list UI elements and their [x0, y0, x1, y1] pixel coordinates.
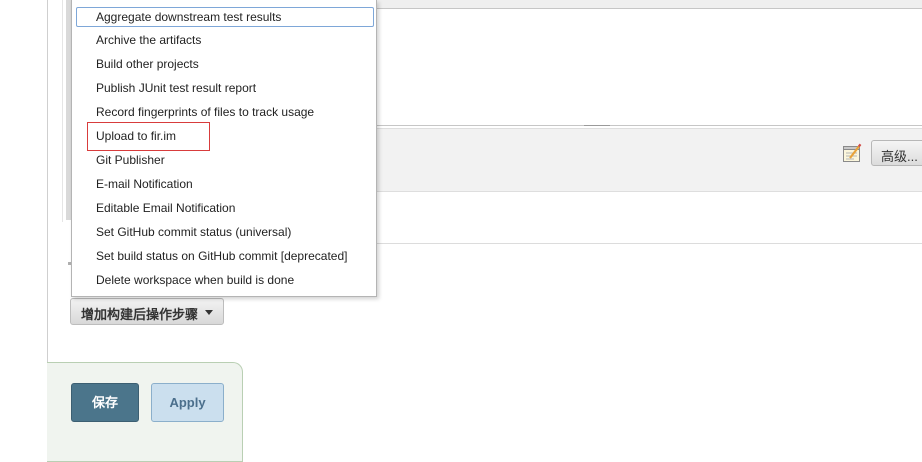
menu-item-record-fingerprints[interactable]: Record fingerprints of files to track us…	[96, 103, 366, 123]
menu-item-email-notification[interactable]: E-mail Notification	[96, 175, 366, 195]
menu-item-upload-fir-im[interactable]: Upload to fir.im	[96, 127, 366, 147]
section-divider	[376, 243, 922, 244]
add-post-build-step-button[interactable]: 增加构建后操作步骤	[70, 298, 224, 325]
menu-item-aggregate-downstream[interactable]: Aggregate downstream test results	[76, 7, 374, 27]
save-button[interactable]: 保存	[71, 383, 139, 422]
caret-down-icon	[205, 310, 213, 315]
menu-item-build-other-projects[interactable]: Build other projects	[96, 55, 366, 75]
apply-button[interactable]: Apply	[151, 383, 224, 422]
section-border	[62, 0, 63, 222]
menu-item-github-commit-status[interactable]: Set GitHub commit status (universal)	[96, 223, 366, 243]
menu-item-git-publisher[interactable]: Git Publisher	[96, 151, 366, 171]
menu-item-archive-artifacts[interactable]: Archive the artifacts	[96, 31, 366, 51]
post-build-action-menu: Aggregate downstream test results Archiv…	[71, 0, 377, 297]
menu-item-delete-workspace[interactable]: Delete workspace when build is done	[96, 271, 366, 291]
menu-item-github-build-status-deprecated[interactable]: Set build status on GitHub commit [depre…	[96, 247, 366, 267]
menu-item-editable-email[interactable]: Editable Email Notification	[96, 199, 366, 219]
add-post-build-step-label: 增加构建后操作步骤	[81, 307, 199, 322]
options-panel	[376, 128, 922, 192]
advanced-button[interactable]: 高级...	[871, 140, 922, 166]
notepad-icon[interactable]	[842, 143, 862, 163]
menu-item-publish-junit[interactable]: Publish JUnit test result report	[96, 79, 366, 99]
